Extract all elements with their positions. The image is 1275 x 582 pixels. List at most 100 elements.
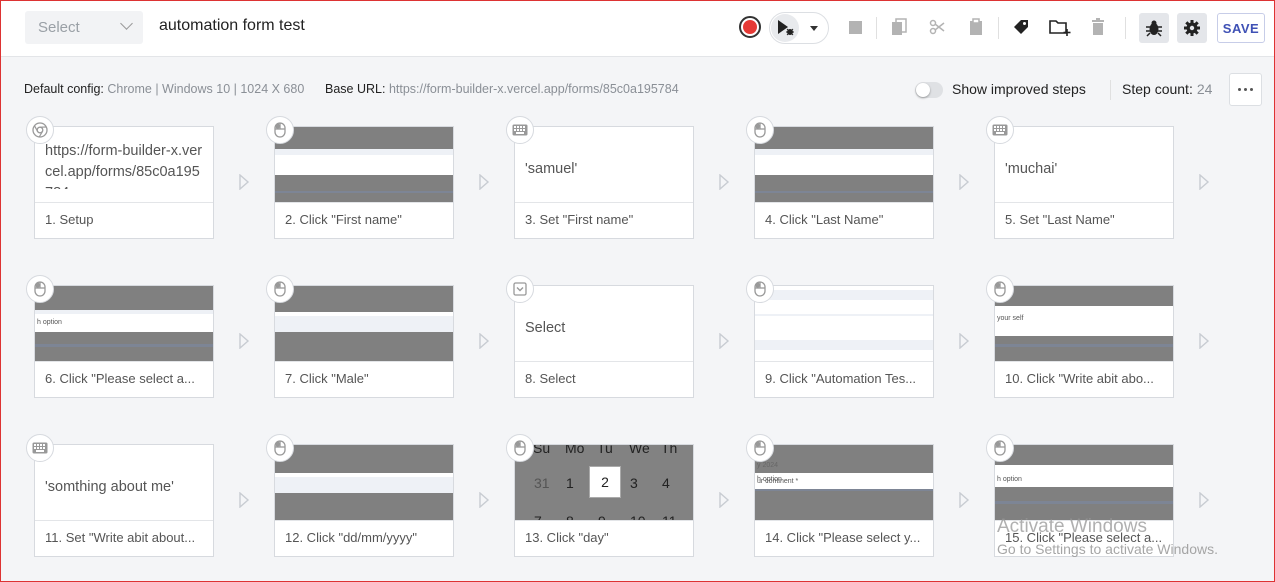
delete-button[interactable] [1085, 14, 1111, 40]
more-options-button[interactable] [1229, 73, 1262, 106]
step-preview [275, 127, 453, 203]
paste-button[interactable] [963, 14, 989, 40]
record-button[interactable] [737, 14, 763, 40]
step-connector-arrow-icon [478, 333, 490, 349]
step-value: 'muchai' [1005, 161, 1058, 177]
step-preview [755, 127, 933, 203]
select-placeholder: Select [38, 19, 80, 36]
calendar-weekday: Mo [565, 445, 585, 456]
show-improved-toggle[interactable] [915, 82, 943, 98]
gear-icon [1184, 20, 1200, 36]
bug-icon [1146, 20, 1162, 37]
run-debug-button[interactable] [771, 14, 799, 42]
step-card[interactable]: Select 8. Select [514, 285, 694, 398]
step-connector-arrow-icon [1198, 492, 1210, 508]
preview-snippet: ur continent * [757, 478, 799, 485]
default-config: Default config: Chrome | Windows 10 | 10… [24, 82, 304, 96]
step-connector-arrow-icon [238, 174, 250, 190]
step-preview [275, 286, 453, 362]
step-value: 'somthing about me' [45, 479, 174, 495]
new-folder-button[interactable] [1047, 14, 1073, 40]
step-card[interactable]: h option 6. Click "Please select a... [34, 285, 214, 398]
step-label: 1. Setup [35, 202, 213, 238]
step-card[interactable]: 4. Click "Last Name" [754, 126, 934, 239]
step-card[interactable]: https://form-builder-x.vercel.app/forms/… [34, 126, 214, 239]
step-count: Step count: 24 [1122, 81, 1212, 97]
stop-icon [848, 20, 862, 34]
run-dropdown-icon[interactable] [810, 26, 818, 31]
cut-button[interactable] [924, 14, 950, 40]
mouse-icon [986, 434, 1014, 462]
base-url-value[interactable]: https://form-builder-x.vercel.app/forms/… [389, 82, 679, 96]
preview-snippet: h option [997, 476, 1022, 483]
mouse-icon [266, 434, 294, 462]
calendar-weekday: Tu [597, 445, 613, 456]
clipboard-icon [970, 18, 982, 35]
top-toolbar: Select automation form test SAVE [1, 1, 1274, 57]
step-card[interactable]: 2. Click "First name" [274, 126, 454, 239]
step-count-value: 24 [1196, 81, 1213, 97]
step-card[interactable]: your self 10. Click "Write abit abo... [994, 285, 1174, 398]
preview-snippet: y 2024 [757, 462, 779, 469]
chrome-icon [26, 116, 54, 144]
step-label: 13. Click "day" [515, 520, 693, 556]
step-label: 7. Click "Male" [275, 361, 453, 397]
step-card[interactable]: h option ur continent * y 2024 14. Click "P… [754, 444, 934, 557]
step-preview: h option ur continent * y 2024 [755, 445, 933, 521]
step-label: 14. Click "Please select y... [755, 520, 933, 556]
mouse-icon [746, 275, 774, 303]
step-card[interactable]: 7. Click "Male" [274, 285, 454, 398]
calendar-day: 2 [589, 466, 621, 498]
tag-button[interactable] [1008, 14, 1034, 40]
config-bar: Default config: Chrome | Windows 10 | 10… [1, 58, 1274, 118]
settings-button[interactable] [1177, 13, 1207, 43]
environment-select[interactable]: Select [25, 11, 143, 44]
debug-button[interactable] [1139, 13, 1169, 43]
mouse-icon [506, 434, 534, 462]
base-url-label: Base URL: [325, 82, 386, 96]
mouse-icon [746, 116, 774, 144]
step-preview [755, 286, 933, 362]
step-connector-arrow-icon [958, 174, 970, 190]
step-card[interactable]: 12. Click "dd/mm/yyyy" [274, 444, 454, 557]
activate-windows-watermark: Activate Windows [997, 516, 1147, 537]
step-preview: h option [35, 286, 213, 362]
keyboard-icon [506, 116, 534, 144]
step-card[interactable]: Su Mo Tu We Th 31 1 2 3 4 7 8 9 10 11 13. Click "day" [514, 444, 694, 557]
step-card[interactable]: 'somthing about me' 11. Set "Write abit a… [34, 444, 214, 557]
step-value: Select [525, 320, 566, 336]
save-button[interactable]: SAVE [1217, 13, 1265, 43]
keyboard-icon [986, 116, 1014, 144]
step-preview: Select [515, 286, 693, 362]
step-label: 2. Click "First name" [275, 202, 453, 238]
calendar-day: 4 [662, 475, 670, 491]
step-card[interactable]: 'muchai' 5. Set "Last Name" [994, 126, 1174, 239]
step-count-label: Step count: [1122, 81, 1193, 97]
step-card[interactable]: 9. Click "Automation Tes... [754, 285, 934, 398]
mouse-icon [266, 275, 294, 303]
step-label: 8. Select [515, 361, 693, 397]
record-icon [743, 20, 757, 34]
step-label: 6. Click "Please select a... [35, 361, 213, 397]
mouse-icon [266, 116, 294, 144]
stop-button[interactable] [842, 14, 868, 40]
calendar-weekday: We [629, 445, 650, 456]
run-button-group [769, 12, 829, 44]
test-title[interactable]: automation form test [159, 17, 305, 35]
calendar-weekday: Su [533, 445, 551, 456]
step-card[interactable]: 'samuel' 3. Set "First name" [514, 126, 694, 239]
base-url: Base URL: https://form-builder-x.vercel.… [325, 82, 679, 96]
folder-plus-icon [1049, 20, 1071, 36]
select-dropdown-icon [506, 275, 534, 303]
tag-icon [1014, 20, 1028, 34]
step-preview: your self [995, 286, 1173, 362]
step-connector-arrow-icon [718, 174, 730, 190]
activate-windows-hint: Go to Settings to activate Windows. [997, 541, 1218, 557]
step-connector-arrow-icon [958, 333, 970, 349]
calendar-preview: Su Mo Tu We Th 31 1 2 3 4 7 8 9 10 11 [515, 445, 693, 521]
default-config-label: Default config: [24, 82, 104, 96]
step-connector-arrow-icon [958, 492, 970, 508]
copy-button[interactable] [886, 14, 912, 40]
step-preview: https://form-builder-x.vercel.app/forms/… [35, 127, 213, 203]
default-config-value[interactable]: Chrome | Windows 10 | 1024 X 680 [107, 82, 304, 96]
